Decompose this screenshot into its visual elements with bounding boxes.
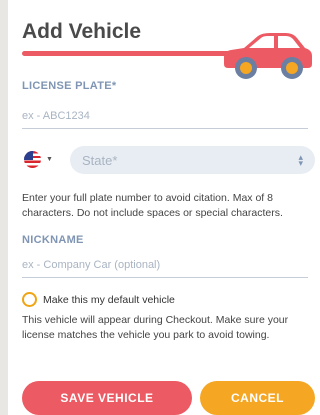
default-vehicle-radio[interactable] [22, 292, 37, 307]
car-icon [224, 33, 312, 79]
cancel-button[interactable]: CANCEL [200, 381, 315, 415]
default-vehicle-label: Make this my default vehicle [43, 293, 175, 306]
checkout-helper-text: This vehicle will appear during Checkout… [22, 314, 289, 341]
us-flag-icon [24, 150, 41, 168]
nickname-label: NICKNAME [22, 234, 84, 246]
chevron-updown-icon: ▴ ▾ [298, 152, 303, 168]
license-plate-input[interactable] [22, 103, 308, 129]
add-vehicle-card: Add Vehicle LICENSE PLATE* ▼ State* ▴▾ E… [8, 0, 320, 415]
license-plate-label: LICENSE PLATE* [22, 80, 117, 92]
default-vehicle-option[interactable]: Make this my default vehicle [22, 292, 175, 307]
caret-down-icon: ▼ [46, 155, 53, 163]
plate-helper-text: Enter your full plate number to avoid ci… [22, 192, 283, 219]
state-select-value: State* [82, 152, 118, 168]
save-vehicle-button[interactable]: SAVE VEHICLE [22, 381, 192, 415]
nickname-input[interactable] [22, 252, 308, 278]
page-title: Add Vehicle [22, 20, 142, 43]
state-select[interactable]: State* ▴ ▾ [70, 146, 315, 174]
country-flag-selector[interactable]: ▼ [24, 150, 64, 168]
